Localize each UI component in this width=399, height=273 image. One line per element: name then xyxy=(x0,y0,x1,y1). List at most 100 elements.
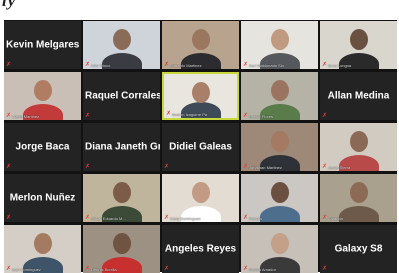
participant-name-label: Hector Flores xyxy=(249,114,274,119)
participant-tile[interactable]: Nelson Izaguirre Pa ✗ xyxy=(162,72,239,120)
mic-muted-icon: ✗ xyxy=(322,164,328,170)
mic-muted-icon: ✗ xyxy=(243,164,249,170)
participant-name-label: Nelson Izaguirre Pa xyxy=(172,112,208,117)
mic-muted-icon: ✗ xyxy=(85,215,91,221)
participant-tile[interactable]: Oscar Eduardo M... ✗ xyxy=(83,174,160,222)
participant-tile[interactable]: Hector Flores ✗ xyxy=(241,72,318,120)
participant-tile[interactable]: Lizeth Martinez ✗ xyxy=(4,72,81,120)
person-head xyxy=(270,182,289,203)
mic-muted-icon: ✗ xyxy=(6,215,12,221)
participant-name-label: Dora Longoa xyxy=(328,63,352,68)
participant-name-label: Lizeth Martinez xyxy=(12,114,40,119)
participant-video xyxy=(241,72,318,120)
participant-name-label: Oscar Eduardo M... xyxy=(91,216,126,221)
participant-name: Didiel Galeas xyxy=(169,141,232,153)
participant-tile[interactable]: Francis ✗ xyxy=(241,174,318,222)
participant-tile[interactable]: Carly Dominguez ✗ xyxy=(162,174,239,222)
participant-tile[interactable]: Kevin Melgares ✗ xyxy=(4,21,81,69)
participant-name: Raquel Corrales xyxy=(85,90,160,102)
person-head xyxy=(270,131,289,152)
person-head xyxy=(112,182,131,203)
mic-muted-icon: ✗ xyxy=(243,113,249,119)
participant-tile[interactable]: Didiel Galeas ✗ xyxy=(162,123,239,171)
participant-name-label: Jonathan Martinez xyxy=(249,165,282,170)
participant-video xyxy=(241,174,318,222)
mic-muted-icon: ✗ xyxy=(85,62,91,68)
participant-video xyxy=(83,225,160,273)
participant-tile[interactable]: Raquel Corrales ✗ xyxy=(83,72,160,120)
participant-name: Kevin Melgares xyxy=(6,39,80,51)
participant-tile[interactable]: Kari Maldonado Sin ✗ xyxy=(241,21,318,69)
person-body xyxy=(259,206,300,222)
participant-video xyxy=(320,123,397,171)
participant-tile[interactable]: Galaxy S8 ✗ xyxy=(320,225,397,273)
person-body xyxy=(338,206,379,222)
participant-name: Jorge Baca xyxy=(15,141,70,153)
participant-name-label: Ivan Dominguez xyxy=(12,267,41,272)
mic-muted-icon: ✗ xyxy=(6,62,12,68)
mic-muted-icon: ✗ xyxy=(243,215,249,221)
participant-video xyxy=(83,174,160,222)
participant-tile[interactable]: Iulio Trinco ✗ xyxy=(83,21,160,69)
mic-muted-icon: ✗ xyxy=(322,113,328,119)
participant-video xyxy=(320,174,397,222)
person-head xyxy=(349,29,368,50)
participant-video xyxy=(162,174,239,222)
mic-muted-icon: ✗ xyxy=(164,62,170,68)
participant-tile[interactable]: Jorge Baca ✗ xyxy=(4,123,81,171)
mic-muted-icon: ✗ xyxy=(243,62,249,68)
person-head xyxy=(270,233,289,254)
participant-name-label: Norma Amador xyxy=(249,267,276,272)
participant-tile[interactable]: Jesse Sierra ✗ xyxy=(320,123,397,171)
person-head xyxy=(191,82,210,103)
mic-muted-icon: ✗ xyxy=(85,164,91,170)
mic-muted-icon: ✗ xyxy=(85,113,91,119)
participant-name: Allan Medina xyxy=(327,90,390,102)
participant-name-label: Iulio Trinco xyxy=(91,63,111,68)
participant-video xyxy=(241,123,318,171)
mic-muted-icon: ✗ xyxy=(164,215,170,221)
mic-muted-icon: ✗ xyxy=(85,266,91,272)
participant-video xyxy=(241,21,318,69)
mic-muted-icon: ✗ xyxy=(6,266,12,272)
participant-name-label: Eduardo Martinez xyxy=(170,63,202,68)
person-head xyxy=(112,233,131,254)
participant-tile[interactable]: Eduardo Martinez ✗ xyxy=(162,21,239,69)
mic-muted-icon: ✗ xyxy=(164,266,170,272)
mic-muted-icon: ✗ xyxy=(322,62,328,68)
mic-muted-icon: ✗ xyxy=(243,266,249,272)
person-head xyxy=(270,80,289,101)
participant-tile[interactable]: Angeles Reyes ✗ xyxy=(162,225,239,273)
participant-name-label: Francis xyxy=(249,216,263,221)
participant-video xyxy=(162,21,239,69)
participant-tile[interactable]: Dennis Bonilla ✗ xyxy=(83,225,160,273)
participant-name-label: Carly Dominguez xyxy=(170,216,201,221)
person-head xyxy=(349,182,368,203)
participant-name-label: Jesse Sierra xyxy=(328,165,351,170)
participant-name-label: Dennis Bonilla xyxy=(91,267,117,272)
mic-muted-icon: ✗ xyxy=(164,164,170,170)
participant-tile[interactable]: Amanda ✗ xyxy=(320,174,397,222)
participant-tile[interactable]: Merlon Nuñez ✗ xyxy=(4,174,81,222)
participant-tile[interactable]: Norma Amador ✗ xyxy=(241,225,318,273)
person-body xyxy=(180,102,221,118)
top-strip: ly xyxy=(0,0,399,20)
mic-muted-icon: ✗ xyxy=(322,266,328,272)
participant-video xyxy=(4,72,81,120)
person-head xyxy=(33,80,52,101)
mic-muted-icon: ✗ xyxy=(6,113,12,119)
participant-video xyxy=(83,21,160,69)
participant-tile[interactable]: Dora Longoa ✗ xyxy=(320,21,397,69)
person-head xyxy=(112,29,131,50)
participant-tile[interactable]: Allan Medina ✗ xyxy=(320,72,397,120)
person-head xyxy=(270,29,289,50)
participant-tile[interactable]: Jonathan Martinez ✗ xyxy=(241,123,318,171)
mic-muted-icon: ✗ xyxy=(166,111,172,117)
participant-name: Diana Janeth Gr... xyxy=(85,141,160,153)
participant-tile[interactable]: Ivan Dominguez ✗ xyxy=(4,225,81,273)
person-head xyxy=(191,29,210,50)
person-head xyxy=(191,182,210,203)
participant-tile[interactable]: Diana Janeth Gr... ✗ xyxy=(83,123,160,171)
participant-name-label: Amanda xyxy=(328,216,343,221)
participant-video xyxy=(241,225,318,273)
